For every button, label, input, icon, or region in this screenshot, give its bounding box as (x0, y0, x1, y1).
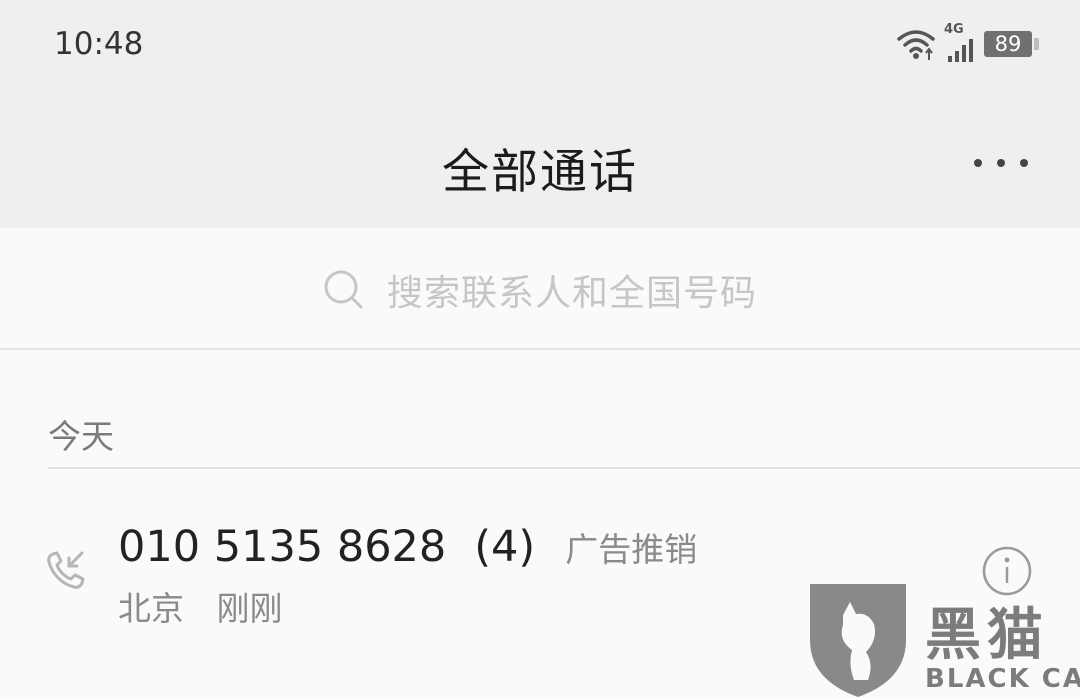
search-icon (324, 270, 363, 309)
page-title: 全部通话 (442, 145, 638, 200)
wifi-icon (897, 30, 935, 60)
watermark-text: 黑猫 (925, 603, 1049, 668)
status-bar: 10:48 4G 89 (0, 0, 1080, 95)
battery-icon: 89 (984, 31, 1039, 57)
incoming-call-icon (47, 551, 85, 589)
cellular-signal-icon: 4G (944, 22, 976, 62)
call-time: 刚刚 (216, 589, 283, 628)
call-details: 北京 刚刚 (118, 582, 283, 630)
network-type-label: 4G (944, 22, 964, 37)
call-number-line: 010 5135 8628 (4) 广告推销 (118, 522, 697, 572)
title-bar: 全部通话 (0, 95, 1080, 228)
spam-tag: 广告推销 (565, 530, 698, 569)
phone-number: 010 5135 8628 (118, 522, 447, 572)
call-location: 北京 (118, 589, 184, 628)
status-icons: 4G 89 (896, 22, 1039, 62)
more-dots-icon[interactable] (972, 151, 1032, 175)
section-header-today: 今天 (48, 417, 114, 456)
search-placeholder: 搜索联系人和全国号码 (386, 273, 757, 314)
search-bar[interactable]: 搜索联系人和全国号码 (0, 228, 1080, 350)
search-field[interactable]: 搜索联系人和全国号码 (0, 268, 1080, 314)
status-time: 10:48 (54, 26, 144, 62)
section-divider (48, 467, 1080, 469)
call-count: (4) (474, 522, 536, 572)
watermark-subtext: BLACK CAT (925, 664, 1080, 694)
